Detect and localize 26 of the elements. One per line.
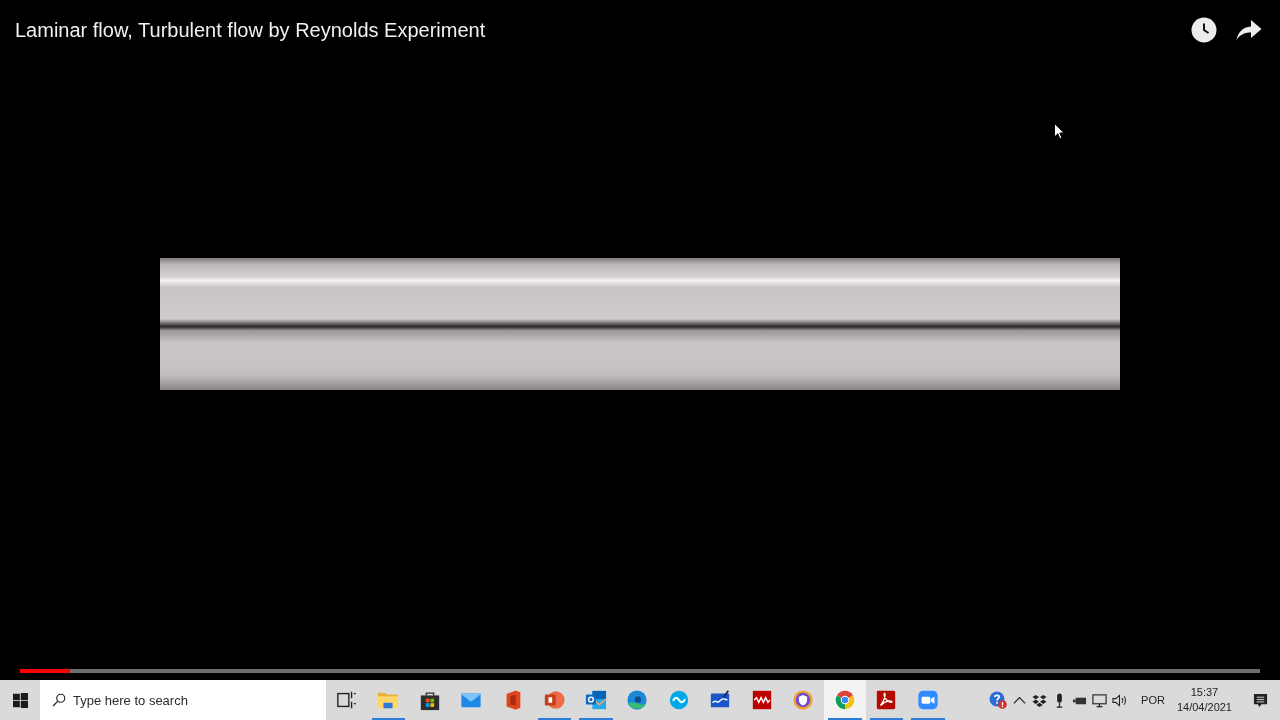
progress-track[interactable] <box>20 669 1260 673</box>
search-field[interactable]: Type here to search <box>40 680 326 720</box>
curl-tile-icon <box>875 689 898 711</box>
box-stack-icon[interactable] <box>1032 692 1048 708</box>
clock-icon[interactable] <box>1191 17 1217 43</box>
mouse-pointer-icon <box>1054 123 1065 140</box>
clock-button[interactable]: 15:37 14/04/2021 <box>1172 685 1236 715</box>
windows-logo-icon <box>12 692 28 708</box>
share-icon[interactable] <box>1236 19 1262 41</box>
speaker-icon[interactable] <box>1112 692 1128 708</box>
shopping-bag-icon <box>418 689 441 711</box>
search-icon <box>52 693 66 707</box>
wave-circle-icon <box>667 689 690 711</box>
presentation-icon <box>543 689 566 711</box>
language-indicator[interactable]: POR <box>1138 694 1168 706</box>
help-icon[interactable] <box>989 691 1008 709</box>
video-title: Laminar flow, Turbulent flow by Reynolds Experiment <box>15 18 486 42</box>
task-view-icon <box>335 689 358 711</box>
zigzag-tile-icon <box>750 689 773 711</box>
circle-logo-icon <box>833 689 856 711</box>
notification-icon[interactable] <box>1253 692 1268 708</box>
swirl-globe-icon <box>626 689 649 711</box>
shield-icon <box>792 689 815 711</box>
mail-tile-icon <box>584 689 607 711</box>
monitor-icon[interactable] <box>1092 692 1108 708</box>
video-camera-icon <box>916 689 939 711</box>
